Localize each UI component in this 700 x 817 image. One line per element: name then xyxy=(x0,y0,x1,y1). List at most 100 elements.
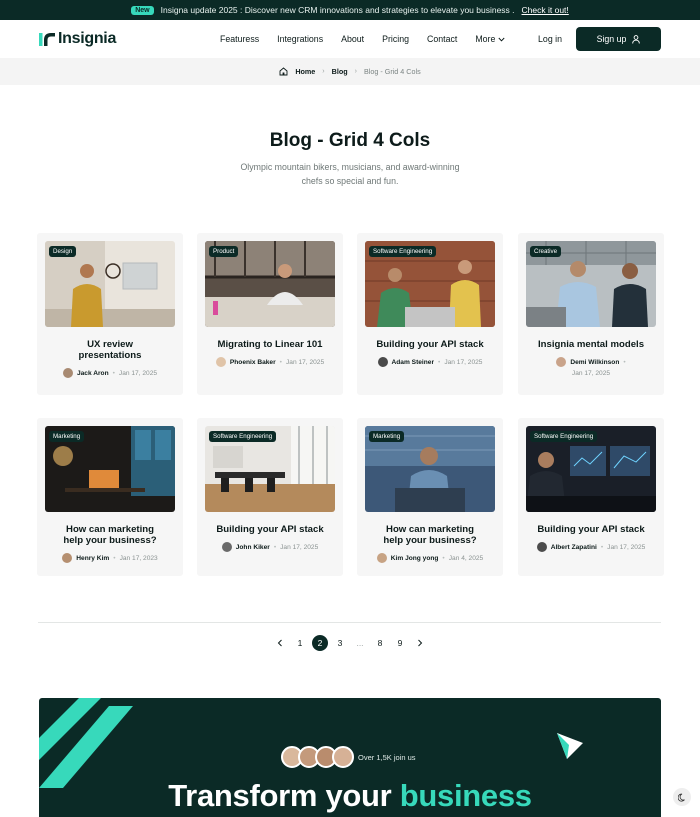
blog-card-title[interactable]: Insignia mental models xyxy=(526,339,656,350)
announcement-bar: New Insigna update 2025 : Discover new C… xyxy=(0,0,700,20)
site-header: Insignia Featuress Integrations About Pr… xyxy=(0,20,700,58)
main-nav: Featuress Integrations About Pricing Con… xyxy=(220,20,523,58)
author-name[interactable]: Kim Jong yong xyxy=(391,555,439,562)
nav-pricing[interactable]: Pricing xyxy=(382,34,409,44)
author-avatar xyxy=(62,368,73,378)
blog-card[interactable]: Design UX review presentations Jack Aron… xyxy=(37,233,183,395)
blog-card-image: Marketing xyxy=(365,426,495,512)
category-tag[interactable]: Creative xyxy=(530,246,562,257)
category-tag[interactable]: Marketing xyxy=(369,431,405,442)
blog-card[interactable]: Marketing How can marketing help your bu… xyxy=(357,418,503,576)
author-name[interactable]: Henry Kim xyxy=(76,555,109,562)
author-name[interactable]: Albert Zapatini xyxy=(551,544,597,551)
blog-card-image: Product xyxy=(205,241,335,327)
post-date: Jan 17, 2025 xyxy=(280,543,319,551)
author-name[interactable]: John Kiker xyxy=(236,544,270,551)
breadcrumb-home[interactable]: Home xyxy=(295,67,315,76)
login-link[interactable]: Log in xyxy=(538,34,562,44)
blog-card[interactable]: Software Engineering Building your API s… xyxy=(197,418,343,576)
nav-about[interactable]: About xyxy=(341,34,364,44)
blog-card[interactable]: Product Migrating to Linear 101 Phoenix … xyxy=(197,233,343,395)
nav-contact[interactable]: Contact xyxy=(427,34,457,44)
author-name[interactable]: Demi Wilkinson xyxy=(570,359,619,366)
signup-button[interactable]: Sign up xyxy=(576,27,661,51)
meta-separator: • xyxy=(600,543,604,551)
blog-card-meta: Albert Zapatini • Jan 17, 2025 xyxy=(522,542,660,552)
author-avatar xyxy=(221,542,232,552)
home-icon[interactable] xyxy=(279,67,288,76)
author-name[interactable]: Phoenix Baker xyxy=(230,359,276,366)
meta-separator: • xyxy=(113,554,116,562)
blog-card-meta: Jack Aron • Jan 17, 2025 xyxy=(41,368,179,378)
paper-plane-icon xyxy=(557,733,583,759)
pagination: 1 2 3 ... 8 9 xyxy=(0,633,700,653)
blog-card-meta: Kim Jong yong • Jan 4, 2025 xyxy=(361,553,499,563)
join-count-text: Over 1,5K join us xyxy=(358,752,416,762)
announcement-text: Insigna update 2025 : Discover new CRM i… xyxy=(160,5,515,15)
blog-card-title[interactable]: Building your API stack xyxy=(365,339,495,350)
blog-card-image: Software Engineering xyxy=(205,426,335,512)
announcement-link[interactable]: Check it out! xyxy=(522,5,569,15)
blog-card[interactable]: Software Engineering Building your API s… xyxy=(518,418,664,576)
section-divider xyxy=(38,622,661,623)
blog-card-title[interactable]: Building your API stack xyxy=(205,524,335,535)
joined-avatars: Over 1,5K join us xyxy=(281,746,416,768)
page-3[interactable]: 3 xyxy=(330,633,350,653)
meta-separator: • xyxy=(273,543,277,551)
blog-card-title[interactable]: How can marketing help your business? xyxy=(45,524,175,546)
subtitle-line-1: Olympic mountain bikers, musicians, and … xyxy=(240,162,460,172)
user-icon xyxy=(632,34,641,44)
meta-separator: • xyxy=(112,369,115,377)
chevron-right-icon: › xyxy=(354,68,357,75)
logo[interactable]: Insignia xyxy=(39,30,116,48)
post-date: Jan 17, 2025 xyxy=(118,369,158,377)
nav-more[interactable]: More xyxy=(475,34,505,44)
category-tag[interactable]: Marketing xyxy=(49,431,85,442)
blog-card-title[interactable]: How can marketing help your business? xyxy=(365,524,495,546)
cta-title-start: Transform your xyxy=(168,778,400,813)
blog-card-title[interactable]: Building your API stack xyxy=(526,524,656,535)
page-1[interactable]: 1 xyxy=(290,633,310,653)
chevron-right-icon xyxy=(418,639,423,647)
cta-banner: Over 1,5K join us Transform your busines… xyxy=(39,698,661,817)
theme-toggle-button[interactable] xyxy=(673,788,691,806)
category-tag[interactable]: Software Engineering xyxy=(209,431,277,442)
category-tag[interactable]: Design xyxy=(49,246,77,257)
page-9[interactable]: 9 xyxy=(390,633,410,653)
new-badge: New xyxy=(131,5,154,15)
nav-more-label: More xyxy=(475,34,496,44)
nav-features[interactable]: Featuress xyxy=(220,34,259,44)
post-date: Jan 17, 2025 xyxy=(285,358,325,366)
author-avatar xyxy=(62,553,73,563)
breadcrumb: Home › Blog › Blog - Grid 4 Cols xyxy=(0,58,700,85)
category-tag[interactable]: Software Engineering xyxy=(369,246,437,257)
next-page-button[interactable] xyxy=(410,633,430,653)
author-avatar xyxy=(556,357,567,367)
author-name[interactable]: Adam Steiner xyxy=(392,359,435,366)
category-tag[interactable]: Product xyxy=(209,246,239,257)
post-date: Jan 17, 2025 xyxy=(571,370,611,377)
post-date: Jan 17, 2025 xyxy=(444,358,483,366)
author-name[interactable]: Jack Aron xyxy=(77,370,109,377)
author-avatar xyxy=(376,553,387,563)
nav-integrations[interactable]: Integrations xyxy=(277,34,323,44)
prev-page-button[interactable] xyxy=(270,633,290,653)
blog-card-image: Software Engineering xyxy=(526,426,656,512)
cta-title: Transform your business xyxy=(39,778,661,814)
post-date: Jan 17, 2025 xyxy=(607,543,646,551)
page-8[interactable]: 8 xyxy=(370,633,390,653)
blog-card[interactable]: Marketing How can marketing help your bu… xyxy=(37,418,183,576)
blog-card[interactable]: Software Engineering Building your API s… xyxy=(357,233,503,395)
breadcrumb-blog[interactable]: Blog xyxy=(332,67,348,76)
chevron-right-icon: › xyxy=(322,68,325,75)
category-tag[interactable]: Software Engineering xyxy=(530,431,598,442)
blog-card-image: Creative xyxy=(526,241,656,327)
avatar xyxy=(332,746,354,768)
blog-card-title[interactable]: UX review presentations xyxy=(45,339,175,361)
page-2-current[interactable]: 2 xyxy=(312,635,328,651)
blog-card[interactable]: Creative Insignia mental models Demi Wil… xyxy=(518,233,664,395)
blog-card-title[interactable]: Migrating to Linear 101 xyxy=(205,339,335,350)
cta-title-accent: business xyxy=(399,778,532,813)
page-ellipsis: ... xyxy=(356,638,364,648)
subtitle-line-2: chefs so special and fun. xyxy=(301,176,399,186)
